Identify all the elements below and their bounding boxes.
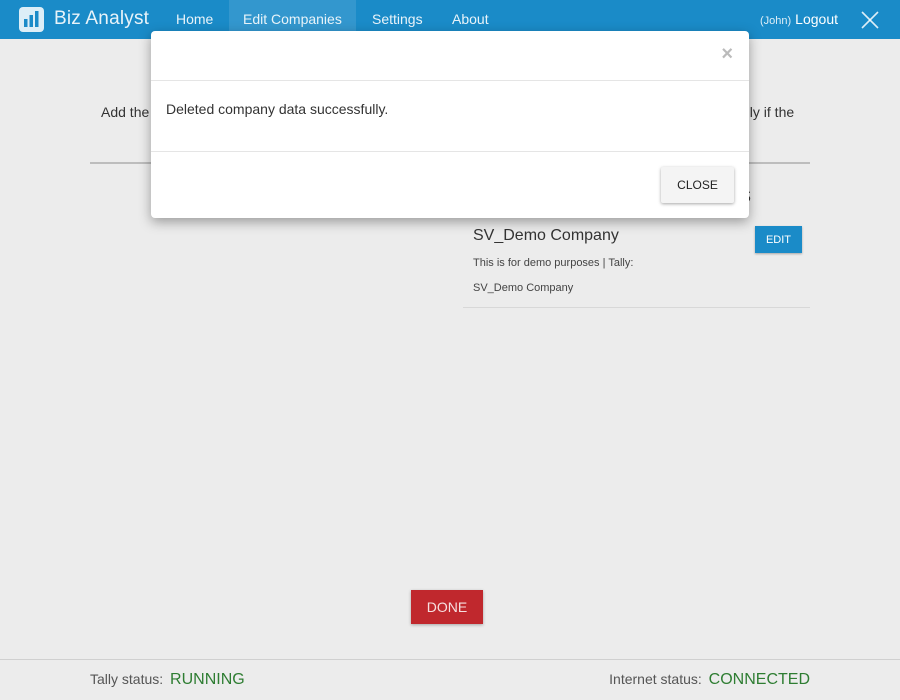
user-name: (John) [759,15,792,27]
internet-status-value: CONNECTED [708,671,810,688]
close-window-icon[interactable] [860,10,880,30]
company-description: This is for demo purposes | Tally: SV_De… [473,257,634,294]
tally-status: Tally status: RUNNING [90,671,245,689]
tally-status-value: RUNNING [170,671,245,688]
internet-status-label: Internet status: [609,671,702,687]
modal-close-icon[interactable]: × [721,44,733,64]
logout-link[interactable]: Logout [795,11,838,27]
modal-header: × [151,31,749,81]
intro-text-right: nly if the [742,104,795,120]
edit-company-button[interactable]: EDIT [755,226,802,253]
internet-status: Internet status: CONNECTED [609,671,810,689]
status-bar: Tally status: RUNNING Internet status: C… [0,659,900,700]
modal-message: Deleted company data successfully. [166,101,389,117]
app-name: Biz Analyst [54,8,150,29]
brand[interactable]: Biz Analyst [19,6,149,32]
success-modal: × Deleted company data successfully. CLO… [151,31,749,218]
company-list-item: SV_Demo Company This is for demo purpose… [463,218,810,308]
done-button[interactable]: DONE [411,590,483,624]
company-name: SV_Demo Company [473,227,619,244]
bar-chart-logo-icon [19,6,44,32]
modal-body: Deleted company data successfully. [151,81,749,152]
intro-text-left: Add the [101,104,150,120]
tally-status-label: Tally status: [90,671,164,687]
modal-close-button[interactable]: CLOSE [661,167,734,203]
user-area: (John) Logout [760,0,838,39]
